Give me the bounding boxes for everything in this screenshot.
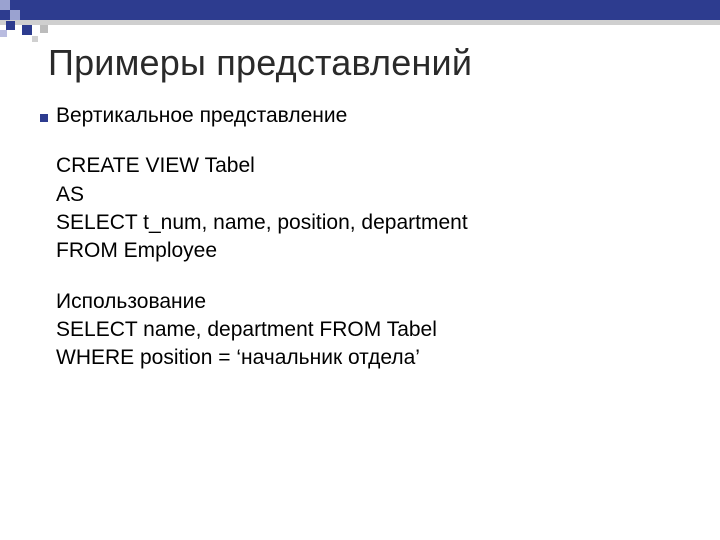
pixel-square — [22, 25, 32, 35]
pixel-square — [10, 10, 20, 20]
sql-line: SELECT name, department FROM Tabel — [56, 316, 680, 344]
sql-line: WHERE position = ‘начальник отдела’ — [56, 344, 680, 372]
slide-body: Вертикальное представление CREATE VIEW T… — [56, 102, 680, 373]
pixel-square — [32, 36, 38, 42]
sql-line: FROM Employee — [56, 237, 680, 265]
sql-line: SELECT t_num, name, position, department — [56, 209, 680, 237]
sql-line: CREATE VIEW Tabel — [56, 152, 680, 180]
pixel-square — [0, 0, 10, 10]
section-label-vertical: Вертикальное представление — [56, 102, 680, 130]
sql-line: AS — [56, 181, 680, 209]
section-label-usage: Использование — [56, 288, 680, 316]
header-bar-blue — [0, 0, 720, 20]
decorative-corner — [0, 0, 720, 40]
slide-title: Примеры представлений — [48, 42, 680, 84]
pixel-square — [0, 30, 7, 37]
pixel-square — [6, 21, 15, 30]
slide-content: Примеры представлений Вертикальное предс… — [48, 40, 680, 373]
header-bar-grey — [0, 20, 720, 25]
pixel-square — [40, 25, 48, 33]
